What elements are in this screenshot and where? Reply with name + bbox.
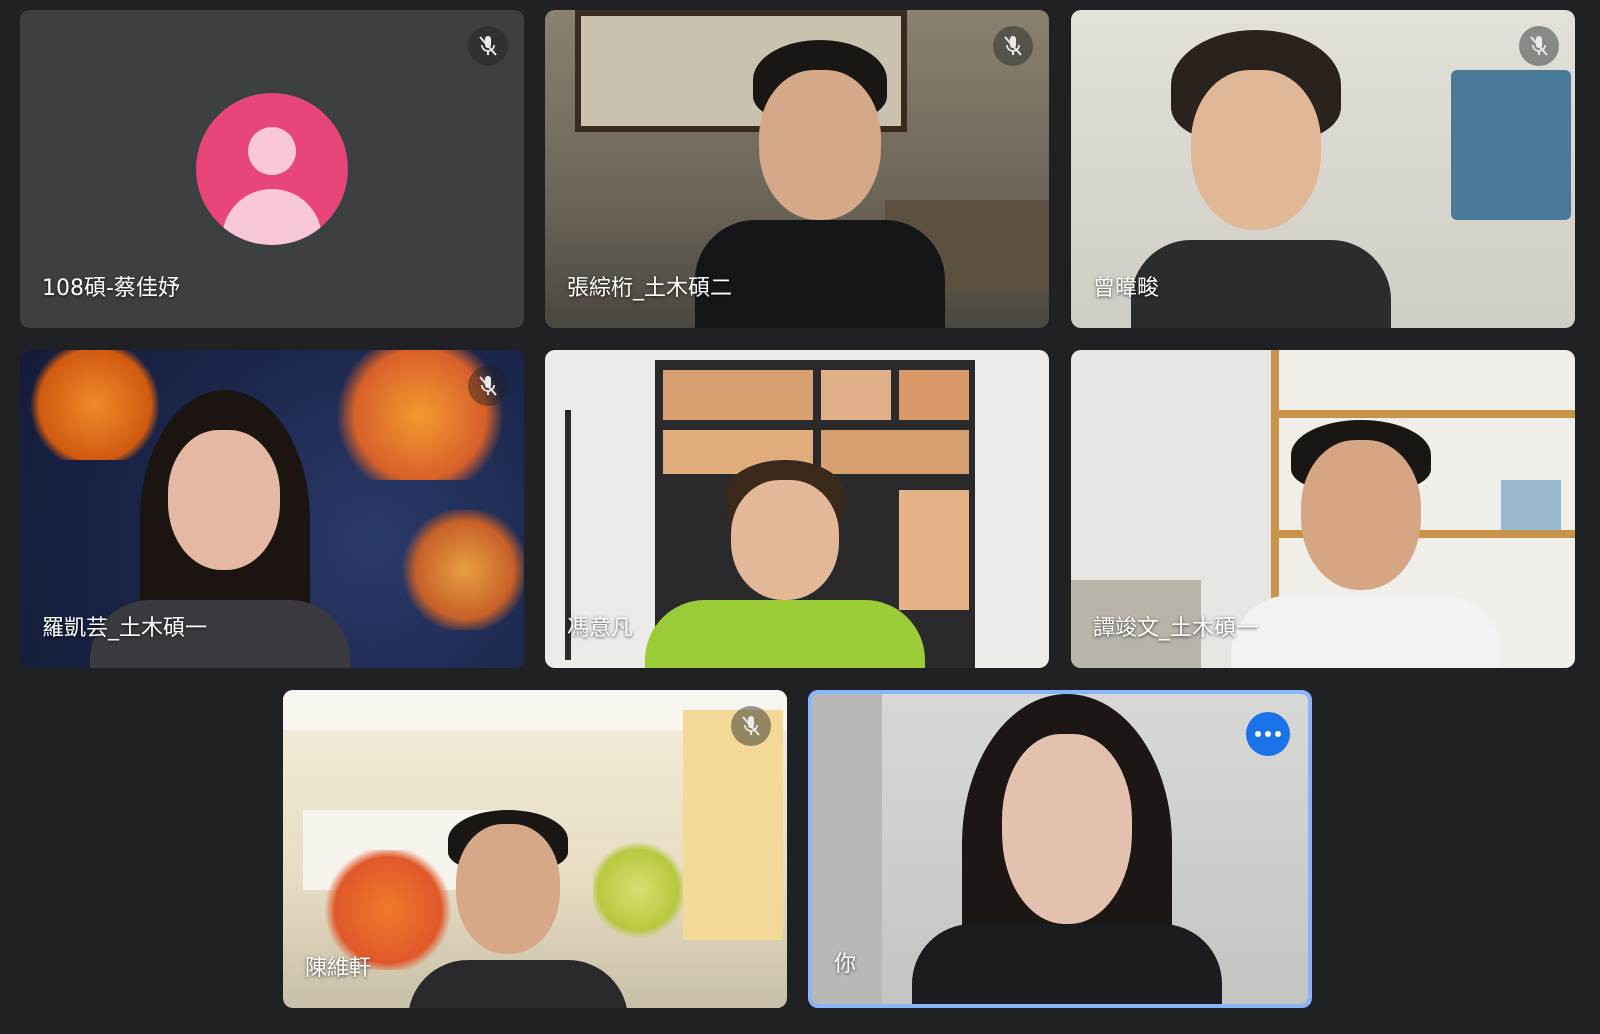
participant-name: 陳維軒 xyxy=(305,956,372,981)
mic-off-icon xyxy=(468,366,508,406)
participant-name: 曾暐畯 xyxy=(1093,276,1160,301)
participant-tile[interactable]: 張綜桁_土木碩二 xyxy=(545,10,1049,328)
participant-tile[interactable]: 羅凱芸_土木碩一 xyxy=(20,350,524,668)
mic-off-icon xyxy=(1519,26,1559,66)
person-icon xyxy=(196,93,348,245)
mic-off-icon xyxy=(731,706,771,746)
more-options-icon[interactable] xyxy=(1246,712,1290,756)
participant-tile[interactable]: 陳維軒 xyxy=(283,690,787,1008)
participant-tile[interactable]: 曾暐畯 xyxy=(1071,10,1575,328)
mic-off-icon xyxy=(993,26,1033,66)
participant-name: 羅凱芸_土木碩一 xyxy=(42,616,208,641)
participant-tile[interactable]: 譚竣文_土木碩一 xyxy=(1071,350,1575,668)
participant-tile[interactable]: 108碩-蔡佳妤 xyxy=(20,10,524,328)
participant-tile[interactable]: 馮意凡 xyxy=(545,350,1049,668)
self-participant-tile[interactable]: 你 xyxy=(808,690,1312,1008)
participant-name: 108碩-蔡佳妤 xyxy=(42,276,180,301)
participant-name: 馮意凡 xyxy=(567,616,634,641)
video-feed xyxy=(812,694,1308,1004)
participant-name: 譚竣文_土木碩一 xyxy=(1093,616,1259,641)
video-grid: 108碩-蔡佳妤 張綜桁_土木碩二 曾暐畯 羅凱芸_土木碩一 馮意凡 譚竣文_土… xyxy=(0,0,1600,1034)
participant-name: 你 xyxy=(834,952,857,977)
mic-off-icon xyxy=(468,26,508,66)
participant-name: 張綜桁_土木碩二 xyxy=(567,276,733,301)
